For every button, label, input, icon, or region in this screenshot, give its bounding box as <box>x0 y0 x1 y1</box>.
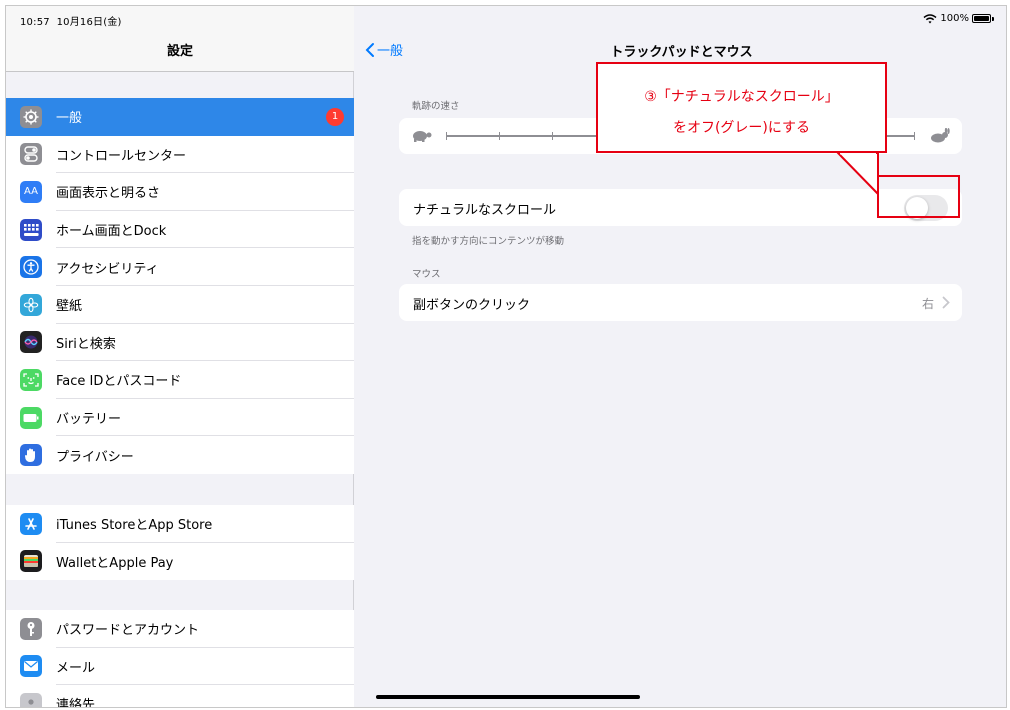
sidebar-item-face-id[interactable]: Face IDとパスコード <box>6 361 354 399</box>
sidebar-item-label: コントロールセンター <box>56 148 187 164</box>
sidebar-item-label: 画面表示と明るさ <box>56 186 161 202</box>
sidebar-item-contacts[interactable]: 連絡先 <box>6 685 354 708</box>
sidebar-item-label: 連絡先 <box>56 698 96 708</box>
sidebar-item-label: iTunes StoreとApp Store <box>56 518 213 534</box>
sidebar-item-home-screen[interactable]: ホーム画面とDock <box>6 210 354 249</box>
sidebar-item-label: ホーム画面とDock <box>56 224 167 240</box>
sidebar-item-label: プライバシー <box>56 449 134 465</box>
chevron-right-icon <box>942 296 950 309</box>
page-title: トラックパッドとマウス <box>610 45 753 60</box>
sidebar-item-control-center[interactable]: コントロールセンター <box>6 135 354 174</box>
status-time: 10:57 10月16日(金) <box>20 13 122 28</box>
slider-tick <box>499 132 500 140</box>
sidebar-item-wallpaper[interactable]: 壁紙 <box>6 285 354 324</box>
turtle-icon <box>413 131 432 142</box>
hand-icon <box>20 444 42 467</box>
rabbit-icon <box>931 128 950 143</box>
slider-tick <box>446 132 447 140</box>
key-icon <box>20 617 42 640</box>
sidebar-item-privacy[interactable]: プライバシー <box>6 436 354 474</box>
secondary-click-row[interactable]: 副ボタンのクリック 右 <box>399 284 962 321</box>
sidebar-item-display[interactable]: AA 画面表示と明るさ <box>6 173 354 211</box>
mouse-section-label: マウス <box>412 269 441 280</box>
grid-icon <box>20 218 42 241</box>
mail-icon <box>20 655 42 678</box>
sidebar-group-3: パスワードとアカウント メール 連絡先 <box>6 610 354 708</box>
sidebar-group-1: 一般 1 コントロールセンター AA 画面表示と明るさ ホーム画面とDock ア… <box>6 98 354 474</box>
sidebar-item-battery[interactable]: バッテリー <box>6 398 354 437</box>
slider-tick <box>552 132 553 140</box>
siri-icon <box>20 331 42 354</box>
wifi-icon <box>923 13 937 23</box>
wallet-icon <box>20 550 42 573</box>
slider-tick <box>914 132 915 140</box>
accessibility-icon <box>20 256 42 279</box>
sidebar-group-2: iTunes StoreとApp Store WalletとApple Pay <box>6 505 354 581</box>
sidebar-item-label: Siriと検索 <box>56 336 116 352</box>
status-clock: 10:57 <box>20 17 50 28</box>
callout-line-1: ③「ナチュラルなスクロール」 <box>644 89 839 105</box>
sidebar-item-accessibility[interactable]: アクセシビリティ <box>6 248 354 286</box>
flower-icon <box>20 293 42 316</box>
home-indicator <box>376 695 640 699</box>
callout-line-2: をオフ(グレー)にする <box>672 120 811 136</box>
sidebar-item-label: メール <box>56 660 96 676</box>
toggles-icon <box>20 143 42 166</box>
sidebar-item-siri[interactable]: Siriと検索 <box>6 323 354 362</box>
sidebar-item-app-store[interactable]: iTunes StoreとApp Store <box>6 505 354 543</box>
gear-icon <box>20 105 42 128</box>
sidebar-item-label: 一般 <box>56 111 83 127</box>
sidebar-item-label: アクセシビリティ <box>56 261 159 277</box>
battery-status-icon <box>972 14 994 23</box>
secondary-click-label: 副ボタンのクリック <box>413 298 531 313</box>
toggle-highlight-box <box>877 175 960 218</box>
sidebar-item-label: 壁紙 <box>56 299 83 315</box>
battery-percent: 100% <box>940 13 969 24</box>
sidebar-item-general[interactable]: 一般 1 <box>6 98 354 136</box>
status-indicators: 100% <box>923 13 994 24</box>
natural-scroll-footer: 指を動かす方向にコンテンツが移動 <box>412 236 565 247</box>
instruction-callout: ③「ナチュラルなスクロール」 をオフ(グレー)にする <box>596 62 887 153</box>
faceid-icon <box>20 368 42 391</box>
secondary-click-value: 右 <box>921 297 934 311</box>
sidebar-header: 10:57 10月16日(金) 設定 <box>6 6 354 72</box>
sidebar-item-label: Face IDとパスコード <box>56 374 182 390</box>
sidebar-item-mail[interactable]: メール <box>6 647 354 686</box>
sidebar-item-label: WalletとApple Pay <box>56 555 174 571</box>
status-date: 10月16日(金) <box>56 17 122 28</box>
sidebar-item-label: パスワードとアカウント <box>56 623 200 639</box>
sidebar-item-wallet[interactable]: WalletとApple Pay <box>6 542 354 581</box>
notification-badge: 1 <box>326 107 344 126</box>
sidebar-title: 設定 <box>166 44 193 59</box>
sidebar-item-passwords[interactable]: パスワードとアカウント <box>6 610 354 648</box>
natural-scroll-label: ナチュラルなスクロール <box>413 203 557 218</box>
sidebar-item-label: バッテリー <box>56 412 122 428</box>
settings-sidebar: 10:57 10月16日(金) 設定 一般 1 コントロールセンター AA 画面… <box>6 6 354 708</box>
appstore-icon <box>20 512 42 535</box>
battery-icon <box>20 406 42 429</box>
contacts-icon <box>20 692 42 707</box>
aa-icon: AA <box>20 180 42 203</box>
tracking-speed-label: 軌跡の速さ <box>412 101 460 112</box>
